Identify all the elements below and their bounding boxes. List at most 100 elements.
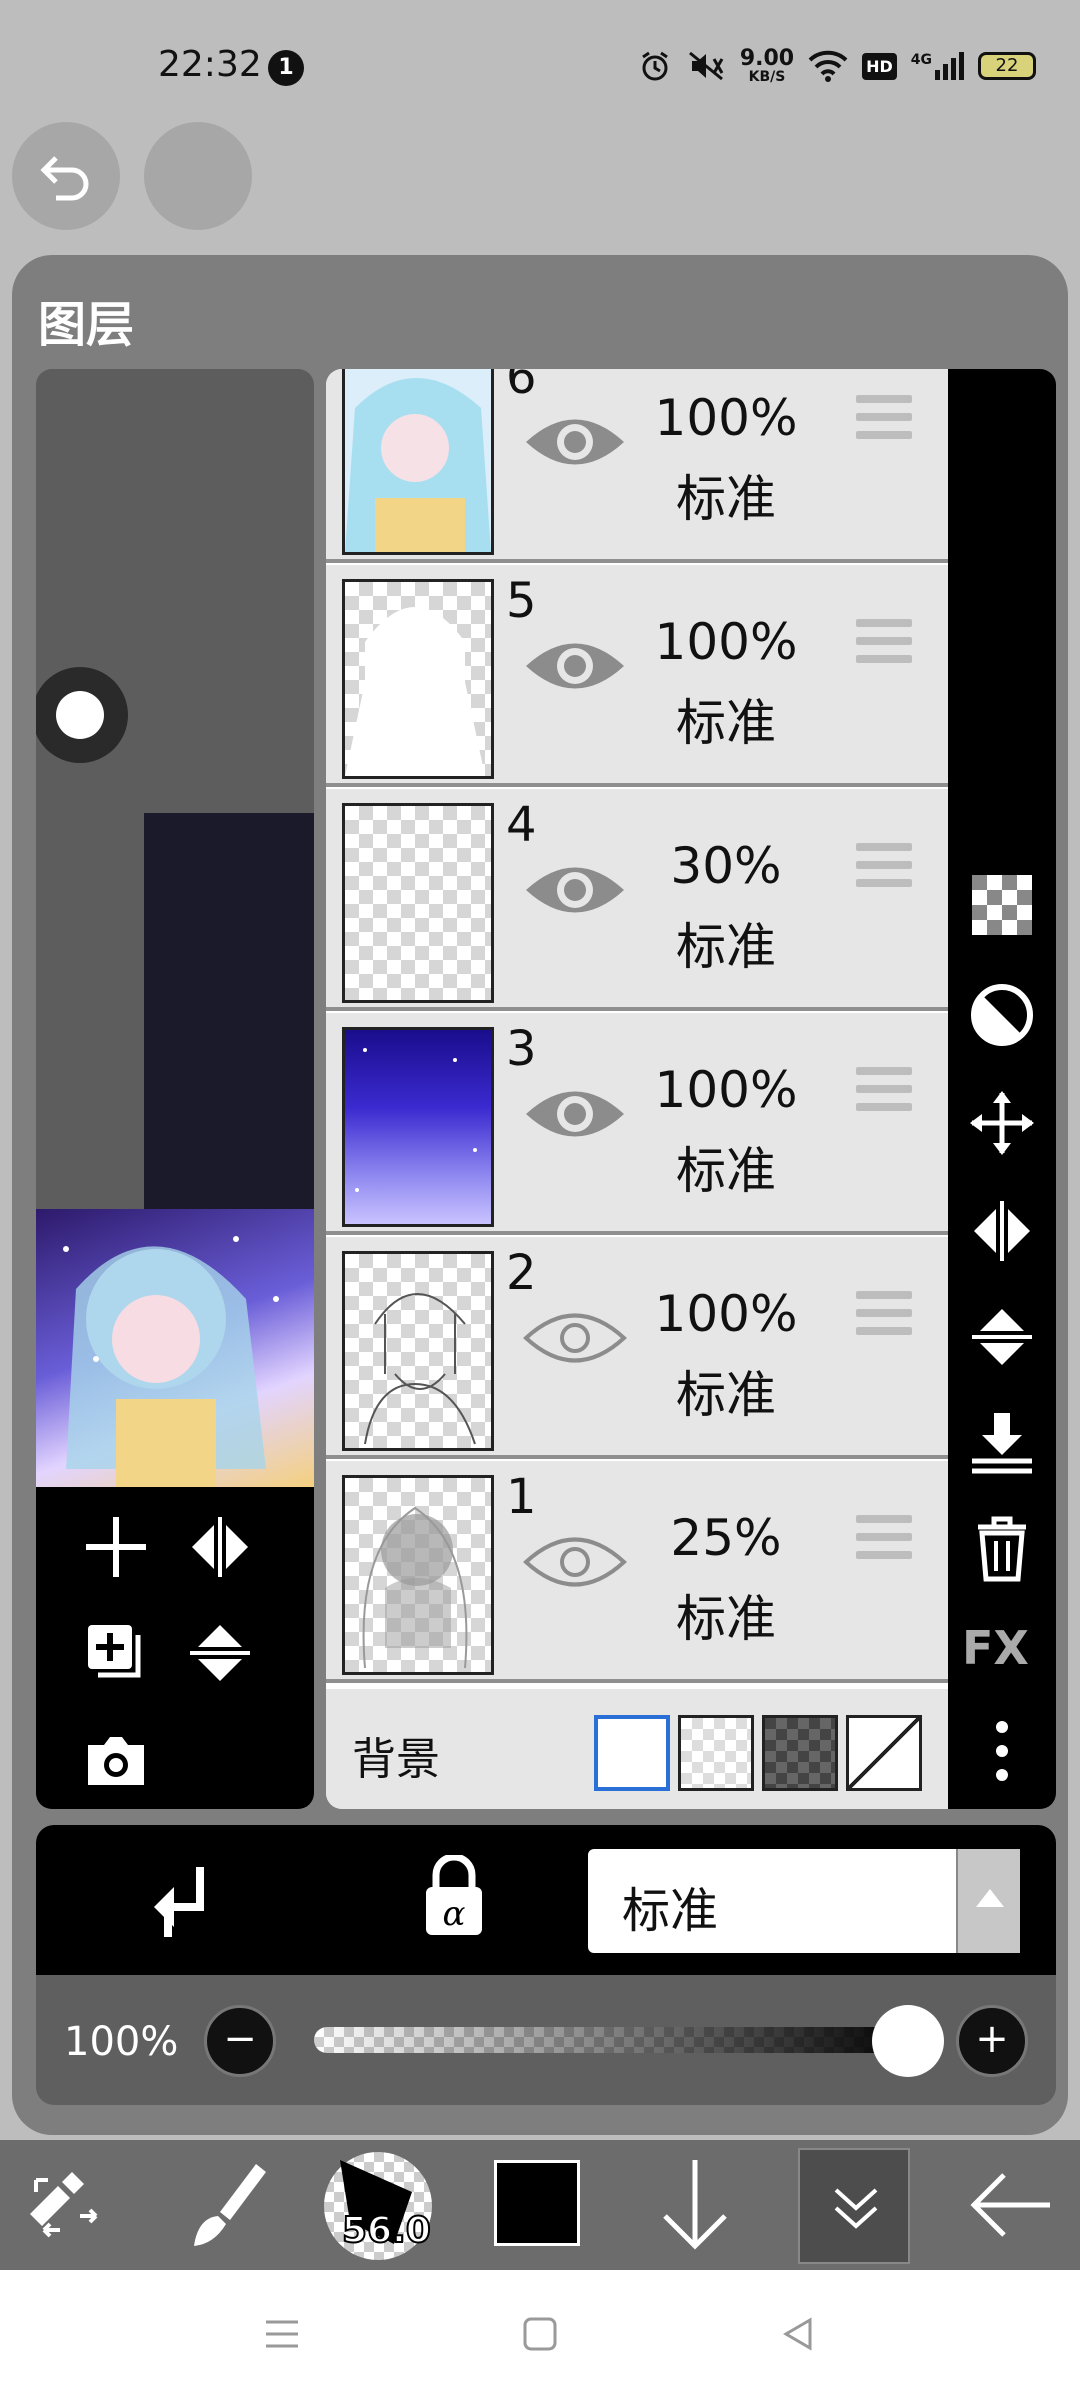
status-bar: 22:32 1 9.00 KB/S HD 4G 22 bbox=[0, 0, 1080, 110]
more-options-icon[interactable] bbox=[968, 1717, 1036, 1785]
background-transparent-light-swatch[interactable] bbox=[678, 1715, 754, 1791]
drag-handle-icon[interactable] bbox=[856, 619, 912, 671]
layer-panel-toggle[interactable] bbox=[798, 2148, 910, 2264]
double-chevron-down-icon bbox=[834, 2188, 878, 2229]
blend-mode-select[interactable]: 标准 bbox=[588, 1849, 1020, 1953]
merge-down-icon[interactable] bbox=[968, 1409, 1036, 1477]
layer-thumbnail bbox=[342, 1027, 494, 1227]
speed-unit: KB/S bbox=[748, 69, 786, 85]
drag-handle-icon[interactable] bbox=[856, 843, 912, 895]
visibility-eye-outline-icon[interactable] bbox=[520, 1527, 630, 1597]
signal-indicator: 4G bbox=[911, 52, 964, 80]
layer-blend-mode: 标准 bbox=[676, 918, 776, 976]
opacity-slider-track[interactable] bbox=[314, 2027, 914, 2053]
flip-horizontal-icon[interactable] bbox=[968, 1197, 1036, 1265]
visibility-eye-outline-icon[interactable] bbox=[520, 1303, 630, 1373]
preview-actions bbox=[36, 1487, 314, 1809]
visibility-eye-icon[interactable] bbox=[520, 855, 630, 925]
signal-bar bbox=[943, 64, 948, 80]
preview-slider-knob[interactable] bbox=[36, 667, 128, 763]
layer-down-arrow-icon[interactable] bbox=[630, 2140, 760, 2270]
blend-mode-value: 标准 bbox=[622, 1883, 719, 1939]
camera-icon[interactable] bbox=[80, 1723, 152, 1795]
dropdown-arrow-icon[interactable] bbox=[956, 1849, 1020, 1953]
duplicate-layer-icon[interactable] bbox=[80, 1617, 152, 1689]
visibility-eye-icon[interactable] bbox=[520, 1079, 630, 1149]
drag-handle-icon[interactable] bbox=[856, 395, 912, 447]
layer-blend-mode: 标准 bbox=[676, 470, 776, 528]
layer-opacity: 25% bbox=[670, 1509, 782, 1567]
menu-icon[interactable] bbox=[262, 2314, 302, 2354]
visibility-eye-icon[interactable] bbox=[520, 407, 630, 477]
opacity-value: 100% bbox=[64, 2019, 179, 2065]
layer-tool-column: FX bbox=[948, 369, 1056, 1809]
add-layer-icon[interactable] bbox=[80, 1511, 152, 1583]
opacity-slider-thumb[interactable] bbox=[872, 2005, 944, 2077]
status-time: 22:32 bbox=[158, 44, 262, 85]
layer-blend-mode: 标准 bbox=[676, 694, 776, 752]
thumbnail-art bbox=[63, 1236, 279, 1487]
layer-row-3[interactable]: 3 100% 标准 bbox=[326, 1013, 948, 1235]
back-arrow-icon[interactable] bbox=[950, 2140, 1080, 2270]
signal-bar bbox=[951, 58, 956, 80]
canvas-thumbnail bbox=[36, 1209, 314, 1487]
speed-value: 9.00 bbox=[739, 46, 795, 71]
system-navigation-bar bbox=[0, 2270, 1080, 2400]
signal-bar bbox=[959, 52, 964, 80]
flip-vertical-icon[interactable] bbox=[184, 1617, 256, 1689]
layer-panel: 图层 6 100% 标准 5 100% 标准 4 30% 标准 3 100% 标… bbox=[12, 255, 1068, 2135]
layer-blend-mode: 标准 bbox=[676, 1590, 776, 1648]
undo-icon bbox=[40, 156, 89, 201]
background-none-swatch[interactable] bbox=[846, 1715, 922, 1791]
checkerboard-icon[interactable] bbox=[968, 871, 1036, 939]
hd-badge: HD bbox=[862, 52, 897, 80]
layer-number: 6 bbox=[506, 369, 537, 405]
battery-indicator: 22 bbox=[978, 52, 1036, 80]
network-speed: 9.00 KB/S bbox=[739, 46, 795, 85]
undo-button[interactable] bbox=[12, 122, 120, 230]
alpha-lock-icon[interactable]: α bbox=[420, 1855, 488, 1941]
flip-vertical-icon[interactable] bbox=[968, 1303, 1036, 1371]
opacity-decrease-button[interactable]: − bbox=[204, 2005, 276, 2077]
layer-thumbnail bbox=[342, 579, 494, 779]
fx-button[interactable]: FX bbox=[962, 1621, 1029, 1675]
home-icon[interactable] bbox=[520, 2314, 560, 2354]
color-swatch-button[interactable] bbox=[494, 2160, 580, 2246]
signal-label: 4G bbox=[910, 52, 932, 68]
background-transparent-dark-swatch[interactable] bbox=[762, 1715, 838, 1791]
wifi-icon bbox=[808, 50, 848, 82]
layer-row-6[interactable]: 6 100% 标准 bbox=[326, 369, 948, 563]
opacity-increase-button[interactable]: + bbox=[956, 2005, 1028, 2077]
notification-badge: 1 bbox=[268, 50, 304, 86]
background-white-swatch[interactable] bbox=[594, 1715, 670, 1791]
layer-blend-mode: 标准 bbox=[676, 1366, 776, 1424]
move-icon[interactable] bbox=[968, 1089, 1036, 1157]
clipping-icon[interactable] bbox=[146, 1861, 220, 1939]
layer-blend-mode: 标准 bbox=[676, 1142, 776, 1200]
brush-size-button[interactable]: 56.0 bbox=[324, 2152, 432, 2260]
redo-button[interactable] bbox=[144, 122, 252, 230]
layer-row-4[interactable]: 4 30% 标准 bbox=[326, 789, 948, 1011]
layer-thumbnail bbox=[342, 1475, 494, 1675]
flip-horizontal-icon[interactable] bbox=[184, 1511, 256, 1583]
layer-thumbnail bbox=[342, 1251, 494, 1451]
brush-tool-icon[interactable] bbox=[160, 2140, 290, 2270]
back-icon[interactable] bbox=[778, 2314, 818, 2354]
layer-opacity: 100% bbox=[654, 1285, 798, 1343]
drag-handle-icon[interactable] bbox=[856, 1291, 912, 1343]
blend-mode-bar: α 标准 bbox=[36, 1825, 1056, 1975]
transform-tool-icon[interactable] bbox=[0, 2140, 130, 2270]
visibility-eye-icon[interactable] bbox=[520, 631, 630, 701]
layer-row-1[interactable]: 1 25% 标准 bbox=[326, 1461, 948, 1683]
drag-handle-icon[interactable] bbox=[856, 1067, 912, 1119]
clip-mask-icon[interactable] bbox=[968, 981, 1036, 1049]
trash-icon[interactable] bbox=[968, 1515, 1036, 1583]
canvas-preview[interactable] bbox=[36, 369, 314, 1809]
alarm-icon bbox=[641, 51, 668, 81]
layer-row-2[interactable]: 2 100% 标准 bbox=[326, 1237, 948, 1459]
layer-opacity: 100% bbox=[654, 389, 798, 447]
drag-handle-icon[interactable] bbox=[856, 1515, 912, 1567]
layer-number: 3 bbox=[506, 1021, 537, 1077]
layer-row-5[interactable]: 5 100% 标准 bbox=[326, 565, 948, 787]
background-label: 背景 bbox=[352, 1734, 440, 1785]
